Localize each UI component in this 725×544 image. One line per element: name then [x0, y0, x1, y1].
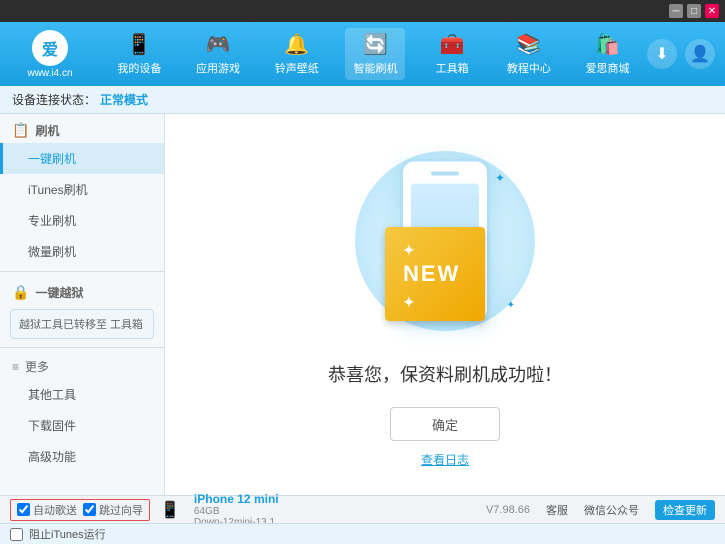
- sidebar-more-section: ≡ 更多: [0, 352, 164, 379]
- flash-section-label: 刷机: [35, 122, 59, 139]
- device-name: iPhone 12 mini: [194, 492, 279, 506]
- bottom-right: V7.98.66 客服 微信公众号 检查更新: [486, 500, 715, 520]
- main-area: 📋 刷机 一键刷机 iTunes刷机 专业刷机 微量刷机 🔒 一键越狱 越狱工具…: [0, 114, 725, 495]
- nav-app-games-label: 应用游戏: [196, 60, 240, 76]
- nav-app-games[interactable]: 🎮 应用游戏: [188, 28, 248, 80]
- sidebar-divider-1: [0, 271, 164, 272]
- nav-ringtone-label: 铃声壁纸: [275, 60, 319, 76]
- sidebar-item-itunes-flash[interactable]: iTunes刷机: [0, 174, 164, 205]
- more-icon: ≡: [12, 360, 19, 374]
- device-storage: 64GB: [194, 506, 279, 517]
- nav-my-device-icon: 📱: [127, 32, 152, 57]
- wizard-link[interactable]: 查看日志: [421, 451, 469, 468]
- sidebar-item-micro-flash[interactable]: 微量刷机: [0, 236, 164, 267]
- sidebar-item-pro-flash[interactable]: 专业刷机: [0, 205, 164, 236]
- minimize-button[interactable]: ─: [669, 4, 683, 18]
- content-area: NEW ✦ ✦ ✦ 恭喜您，保资料刷机成功啦！ 确定 查看日志: [165, 114, 725, 495]
- auto-deliver-label: 自动歌送: [33, 502, 77, 518]
- phone-speaker: [431, 172, 459, 176]
- logo-url: www.i4.cn: [27, 68, 72, 79]
- sidebar-item-one-click-flash[interactable]: 一键刷机: [0, 143, 164, 174]
- auto-deliver-checkbox[interactable]: [17, 503, 30, 516]
- jailbreak-section-label: 一键越狱: [35, 284, 83, 301]
- sparkle-3: ✦: [507, 300, 515, 311]
- sidebar-flash-section: 📋 刷机: [0, 114, 164, 143]
- nav-my-device-label: 我的设备: [117, 60, 161, 76]
- header: 爱 www.i4.cn 📱 我的设备 🎮 应用游戏 🔔 铃声壁纸 🔄 智能刷机 …: [0, 22, 725, 86]
- new-badge: NEW: [385, 227, 485, 321]
- itunes-label: 阻止iTunes运行: [29, 526, 106, 542]
- nav-shop-label: 爱思商城: [586, 60, 630, 76]
- account-button[interactable]: 👤: [685, 39, 715, 69]
- nav-app-games-icon: 🎮: [206, 32, 231, 57]
- nav-toolbox[interactable]: 🧰 工具箱: [424, 28, 480, 80]
- status-bar: 设备连接状态： 正常模式: [0, 86, 725, 114]
- logo[interactable]: 爱 www.i4.cn: [10, 30, 90, 79]
- bottom-bar: 自动歌送 跳过向导 📱 iPhone 12 mini 64GB Down-12m…: [0, 495, 725, 523]
- sidebar-jailbreak-section: 🔒 一键越狱: [0, 276, 164, 305]
- more-section-label: 更多: [25, 358, 49, 375]
- success-title: 恭喜您，保资料刷机成功啦！: [328, 361, 562, 387]
- nav-tutorial[interactable]: 📚 教程中心: [499, 28, 559, 80]
- nav-ringtone[interactable]: 🔔 铃声壁纸: [267, 28, 327, 80]
- sidebar-item-other-tools[interactable]: 其他工具: [0, 379, 164, 410]
- nav-tutorial-icon: 📚: [516, 32, 541, 57]
- sidebar: 📋 刷机 一键刷机 iTunes刷机 专业刷机 微量刷机 🔒 一键越狱 越狱工具…: [0, 114, 165, 495]
- title-bar: ─ □ ✕: [0, 0, 725, 22]
- nav-bar: 📱 我的设备 🎮 应用游戏 🔔 铃声壁纸 🔄 智能刷机 🧰 工具箱 📚 教程中心…: [100, 28, 647, 80]
- download-button[interactable]: ⬇: [647, 39, 677, 69]
- success-illustration: NEW ✦ ✦ ✦: [345, 141, 545, 341]
- version-label: V7.98.66: [486, 504, 530, 516]
- nav-shop-icon: 🛍️: [595, 32, 620, 57]
- bottom-area: 自动歌送 跳过向导 📱 iPhone 12 mini 64GB Down-12m…: [0, 495, 725, 544]
- nav-shop[interactable]: 🛍️ 爱思商城: [578, 28, 638, 80]
- skip-wizard-label: 跳过向导: [99, 502, 143, 518]
- nav-tutorial-label: 教程中心: [507, 60, 551, 76]
- check-update-button[interactable]: 检查更新: [655, 500, 715, 520]
- jailbreak-icon: 🔒: [12, 284, 29, 301]
- close-button[interactable]: ✕: [705, 4, 719, 18]
- sidebar-divider-2: [0, 347, 164, 348]
- checkbox-group: 自动歌送 跳过向导: [10, 499, 150, 521]
- checkbox-skip-wizard[interactable]: 跳过向导: [83, 502, 143, 518]
- customer-service-link[interactable]: 客服: [546, 502, 568, 518]
- nav-toolbox-label: 工具箱: [436, 60, 469, 76]
- header-right: ⬇ 👤: [647, 39, 715, 69]
- maximize-button[interactable]: □: [687, 4, 701, 18]
- logo-icon: 爱: [32, 30, 68, 66]
- itunes-checkbox[interactable]: [10, 528, 23, 541]
- device-phone-icon: 📱: [160, 500, 180, 520]
- sidebar-item-advanced[interactable]: 高级功能: [0, 441, 164, 472]
- nav-toolbox-icon: 🧰: [440, 32, 465, 57]
- nav-smart-flash[interactable]: 🔄 智能刷机: [345, 28, 405, 80]
- itunes-bar: 阻止iTunes运行: [0, 523, 725, 544]
- checkbox-auto-deliver[interactable]: 自动歌送: [17, 502, 77, 518]
- sidebar-notice: 越狱工具已转移至 工具箱: [10, 309, 154, 339]
- skip-wizard-checkbox[interactable]: [83, 503, 96, 516]
- status-label: 设备连接状态：: [12, 91, 96, 108]
- nav-smart-flash-label: 智能刷机: [353, 60, 397, 76]
- nav-ringtone-icon: 🔔: [284, 32, 309, 57]
- flash-section-icon: 📋: [12, 122, 29, 139]
- wechat-link[interactable]: 微信公众号: [584, 502, 639, 518]
- status-value: 正常模式: [100, 91, 148, 108]
- nav-smart-flash-icon: 🔄: [363, 32, 388, 57]
- confirm-button[interactable]: 确定: [390, 407, 500, 441]
- sparkle-2: ✦: [495, 171, 505, 185]
- sidebar-item-download-firmware[interactable]: 下载固件: [0, 410, 164, 441]
- nav-my-device[interactable]: 📱 我的设备: [109, 28, 169, 80]
